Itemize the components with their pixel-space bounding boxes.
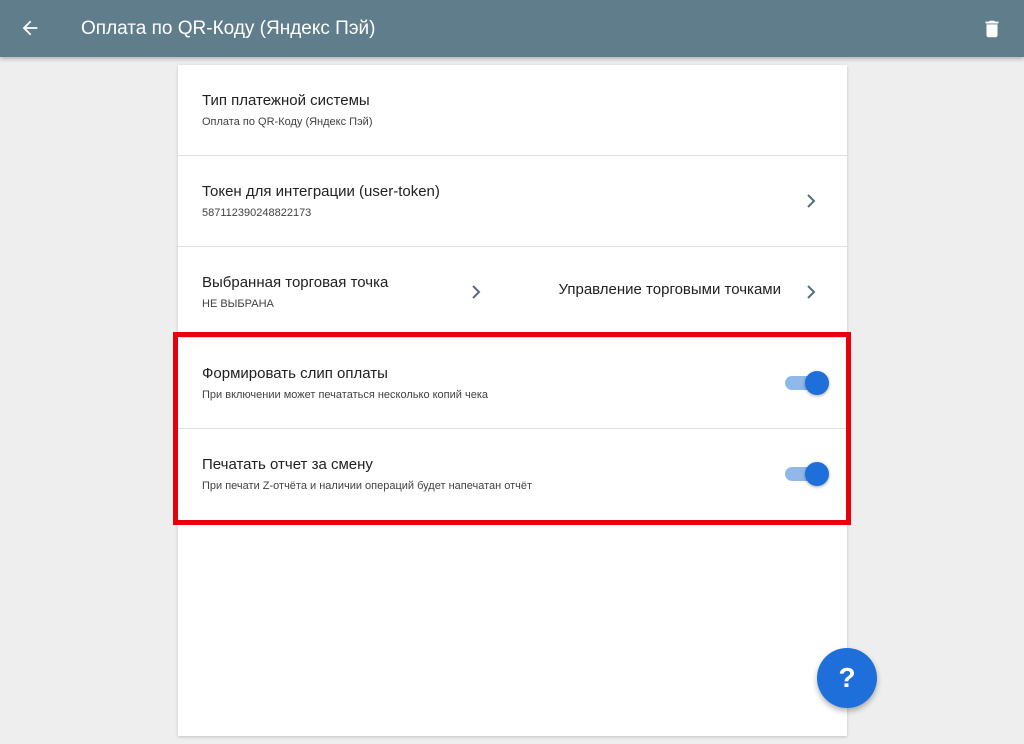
toggle-knob <box>805 371 829 395</box>
token-row[interactable]: Токен для интеграции (user-token) 587112… <box>178 156 847 247</box>
outlet-chevron-icon[interactable] <box>469 285 483 299</box>
toggle-knob <box>805 462 829 486</box>
shift-report-row: Печатать отчет за смену При печати Z-отч… <box>178 429 847 520</box>
payment-system-value: Оплата по QR-Коду (Яндекс Пэй) <box>202 116 373 128</box>
delete-button[interactable] <box>976 13 1008 45</box>
shift-report-toggle[interactable] <box>783 461 829 487</box>
payment-slip-row: Формировать слип оплаты При включении мо… <box>178 338 847 429</box>
token-value: 587112390248822173 <box>202 207 312 219</box>
outlet-value: НЕ ВЫБРАНА <box>202 298 274 310</box>
outlet-label: Выбранная торговая точка <box>202 274 389 291</box>
page-title: Оплата по QR-Коду (Яндекс Пэй) <box>81 18 376 39</box>
shift-report-description: При печати Z-отчёта и наличии операций б… <box>202 480 533 492</box>
payment-system-row[interactable]: Тип платежной системы Оплата по QR-Коду … <box>178 65 847 156</box>
outlet-row: Выбранная торговая точка НЕ ВЫБРАНА Упра… <box>178 247 847 338</box>
settings-card: Тип платежной системы Оплата по QR-Коду … <box>178 65 847 736</box>
back-button[interactable] <box>14 12 46 44</box>
manage-outlets-chevron-icon[interactable] <box>804 285 818 299</box>
token-label: Токен для интеграции (user-token) <box>202 183 440 200</box>
shift-report-label: Печатать отчет за смену <box>202 456 373 473</box>
help-button[interactable]: ? <box>817 648 877 708</box>
app-bar: Оплата по QR-Коду (Яндекс Пэй) <box>0 0 1024 57</box>
payment-slip-toggle[interactable] <box>783 370 829 396</box>
payment-system-label: Тип платежной системы <box>202 92 370 109</box>
arrow-left-icon <box>22 20 38 36</box>
payment-slip-label: Формировать слип оплаты <box>202 365 388 382</box>
manage-outlets-link[interactable]: Управление торговыми точками <box>559 281 782 298</box>
payment-slip-description: При включении может печататься несколько… <box>202 389 488 401</box>
trash-icon <box>985 20 999 38</box>
chevron-right-icon <box>804 194 818 208</box>
